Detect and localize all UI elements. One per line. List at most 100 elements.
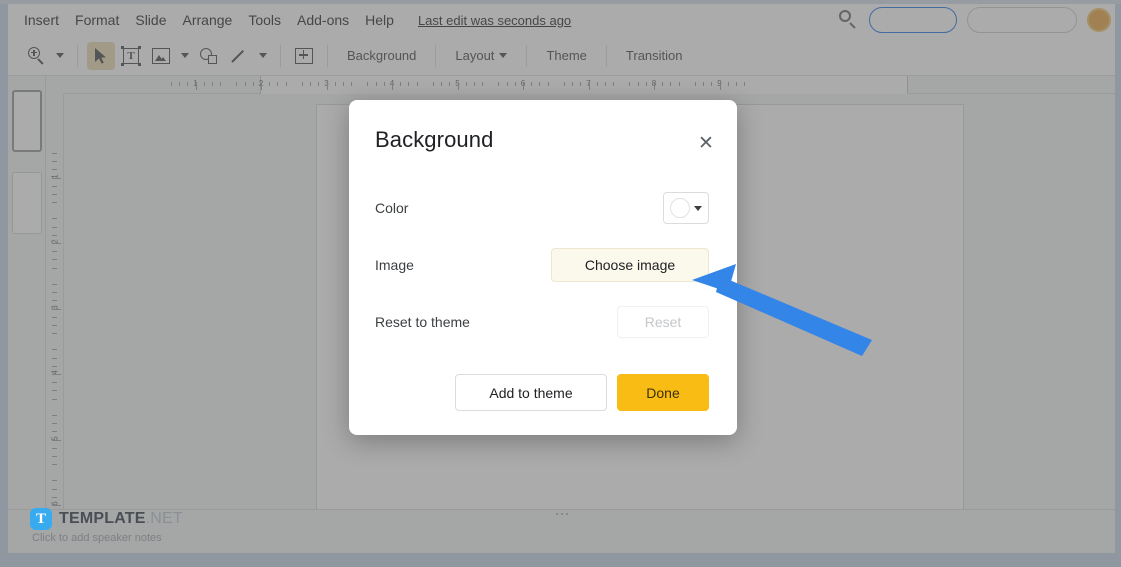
zoom-icon[interactable]: [22, 42, 50, 70]
ruler-tick: [52, 259, 57, 261]
ruler-tick: [588, 82, 590, 90]
ruler-tick: [342, 82, 344, 86]
ruler-tick: [244, 82, 246, 86]
ruler-tick: [351, 82, 353, 86]
ruler-tick: [563, 82, 565, 86]
zoom-dropdown-caret-icon[interactable]: [52, 42, 68, 70]
ruler-tick: [645, 82, 647, 86]
ruler-tick: [432, 82, 434, 86]
dialog-row-image: Image Choose image: [375, 245, 709, 285]
background-color-picker[interactable]: [663, 192, 709, 224]
ruler-tick: [531, 82, 533, 86]
text-box-icon[interactable]: T: [117, 42, 145, 70]
ruler-tick: [547, 82, 549, 86]
text-box-glyph: T: [127, 49, 135, 62]
menu-item-format[interactable]: Format: [67, 8, 127, 32]
ruler-tick: [678, 82, 680, 86]
ruler-tick: [52, 234, 57, 236]
ruler-tick: [441, 82, 443, 86]
menu-item-tools[interactable]: Tools: [240, 8, 289, 32]
share-button[interactable]: [967, 7, 1077, 33]
ruler-tick: [52, 324, 57, 326]
ruler-tick: [334, 82, 336, 86]
ruler-tick: [52, 374, 61, 375]
ruler-tick: [310, 82, 312, 86]
ruler-tick: [637, 82, 639, 86]
ruler-tick: [482, 82, 484, 86]
ruler-tick: [457, 82, 459, 90]
dialog-row-color: Color: [375, 188, 709, 228]
menu-bar-right-actions: [837, 4, 1111, 36]
insert-shape-icon[interactable]: [195, 42, 223, 70]
ruler-tick: [539, 82, 541, 86]
layout-button[interactable]: Layout: [445, 43, 517, 68]
window-bottom-edge: [0, 553, 1121, 567]
ruler-tick: [408, 82, 410, 86]
menu-item-slide[interactable]: Slide: [127, 8, 174, 32]
ruler-tick: [170, 82, 172, 86]
ruler-tick: [52, 308, 61, 310]
ruler-tick: [301, 82, 303, 86]
ruler-tick: [670, 82, 672, 86]
avatar[interactable]: [1087, 8, 1111, 32]
template-net-logo-icon: T: [30, 508, 52, 530]
menu-item-help[interactable]: Help: [357, 8, 402, 32]
toolbar-divider: [526, 44, 528, 67]
ruler-tick: [629, 82, 631, 86]
search-icon[interactable]: [837, 9, 859, 31]
ruler-tick: [261, 82, 262, 90]
ruler-tick: [52, 414, 57, 416]
slide-thumbnail[interactable]: [11, 90, 42, 152]
ruler-tick: [392, 82, 393, 90]
theme-button[interactable]: Theme: [536, 43, 596, 68]
reset-to-theme-label: Reset to theme: [375, 314, 470, 330]
watermark-name: TEMPLATE: [59, 510, 146, 527]
image-dropdown-caret-icon[interactable]: [177, 42, 193, 70]
ruler-tick: [694, 82, 696, 86]
notes-drag-handle[interactable]: [555, 513, 568, 515]
ruler-tick: [523, 82, 524, 90]
done-button[interactable]: Done: [617, 374, 709, 411]
ruler-tick: [52, 292, 57, 294]
menu-item-arrange[interactable]: Arrange: [175, 8, 241, 32]
line-dropdown-caret-icon[interactable]: [255, 42, 271, 70]
ruler-tick: [52, 177, 61, 179]
last-edit-link[interactable]: Last edit was seconds ago: [418, 13, 571, 28]
ruler-tick: [220, 82, 222, 86]
ruler-tick: [52, 390, 57, 392]
transition-button[interactable]: Transition: [616, 43, 693, 68]
menu-item-insert[interactable]: Insert: [16, 8, 67, 32]
slide-thumbnail[interactable]: [11, 172, 42, 234]
slide-filmstrip[interactable]: [8, 76, 46, 509]
ruler-tick: [52, 431, 57, 433]
ruler-tick: [52, 447, 57, 449]
toolbar-divider: [605, 44, 607, 67]
select-cursor-icon[interactable]: [87, 41, 115, 70]
menu-item-add-ons[interactable]: Add-ons: [289, 8, 357, 32]
menu-bar: Insert Format Slide Arrange Tools Add-on…: [8, 4, 1115, 36]
ruler-tick: [52, 382, 57, 384]
ruler-tick: [506, 82, 508, 86]
ruler-tick: [596, 82, 598, 86]
present-button[interactable]: [869, 7, 957, 33]
background-button[interactable]: Background: [337, 43, 426, 68]
choose-image-button[interactable]: Choose image: [551, 248, 709, 282]
chevron-down-icon: [694, 205, 702, 211]
ruler-tick: [580, 82, 582, 86]
add-to-theme-button[interactable]: Add to theme: [455, 374, 607, 411]
insert-line-icon[interactable]: [225, 42, 253, 70]
ruler-tick: [326, 82, 328, 90]
ruler-tick: [514, 82, 516, 86]
vertical-ruler: 123456: [46, 94, 64, 531]
ruler-tick: [52, 193, 57, 195]
close-icon[interactable]: ✕: [691, 128, 721, 158]
ruler-tick: [277, 82, 279, 86]
ruler-tick: [52, 267, 57, 269]
ruler-tick: [52, 464, 57, 466]
insert-image-icon[interactable]: [147, 42, 175, 70]
ruler-tick: [52, 300, 57, 302]
add-comment-icon[interactable]: [290, 42, 318, 70]
ruler-tick: [52, 423, 57, 425]
ruler-tick: [52, 283, 57, 285]
speaker-notes-placeholder: Click to add speaker notes: [32, 532, 162, 544]
